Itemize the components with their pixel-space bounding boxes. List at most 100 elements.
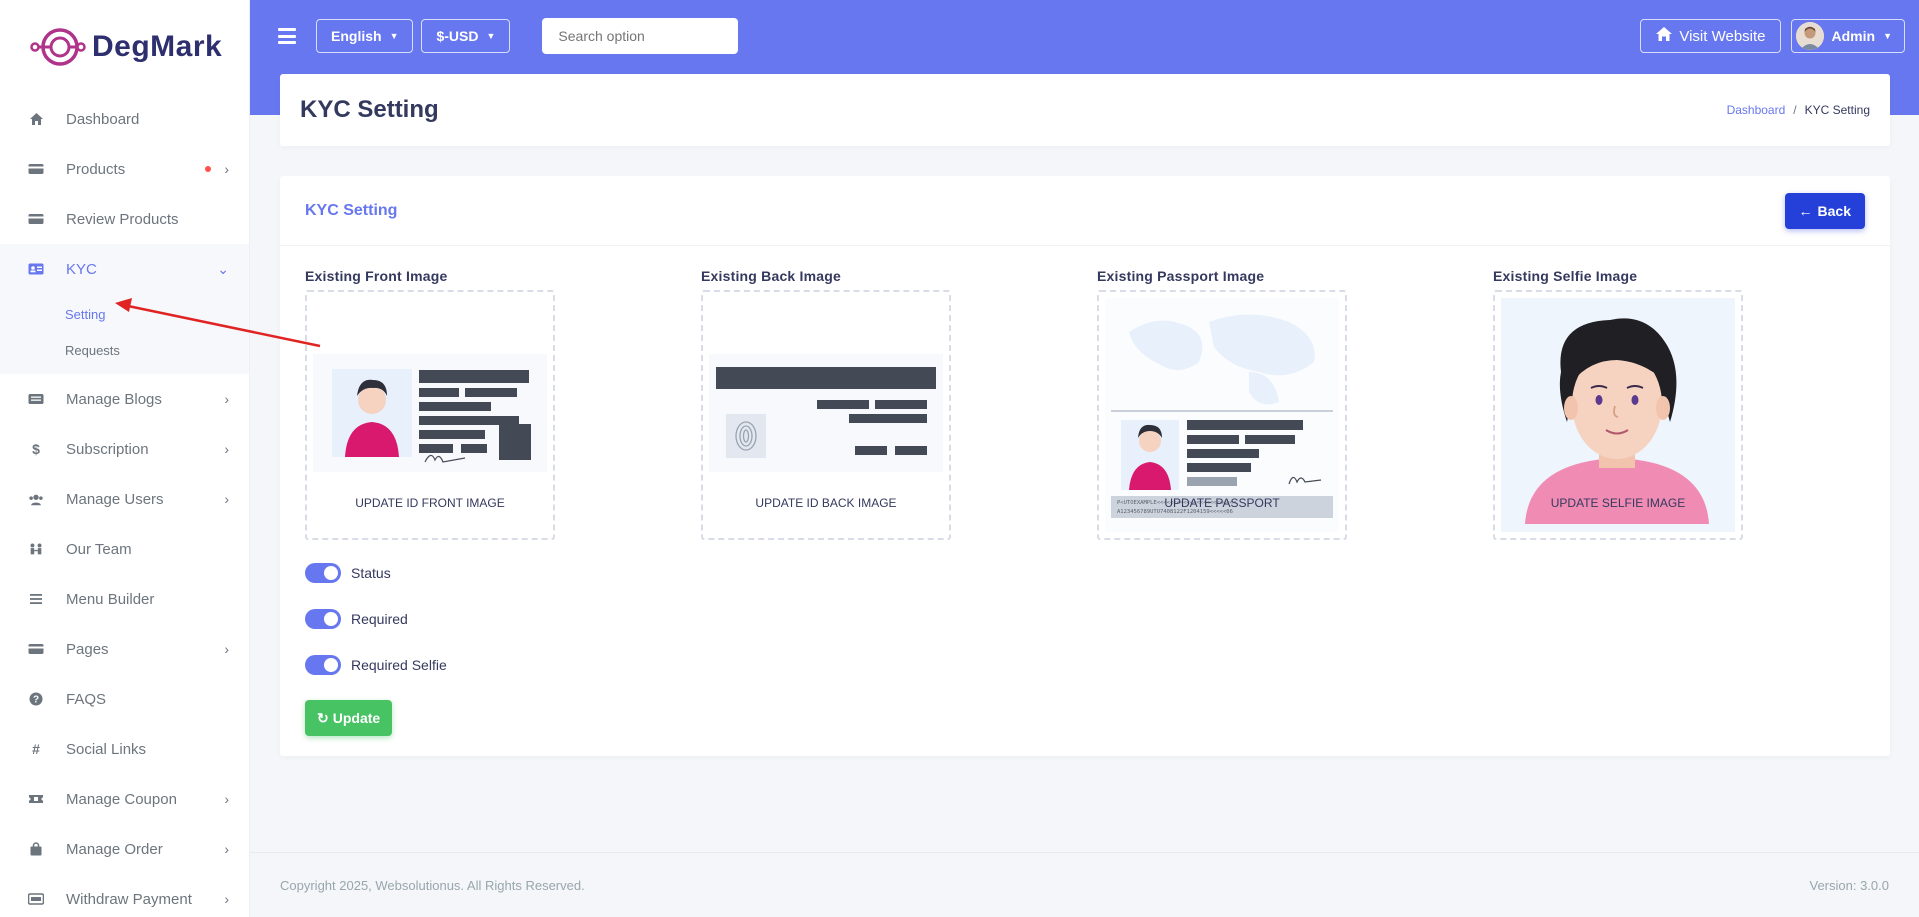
card-icon — [28, 161, 44, 177]
page-title: KYC Setting — [300, 96, 439, 123]
sidebar: DegMark Dashboard Products › Review Prod… — [0, 0, 250, 917]
visit-website-label: Visit Website — [1679, 27, 1766, 45]
selfie-image-caption: UPDATE SELFIE IMAGE — [1550, 496, 1686, 510]
chevron-right-icon: › — [224, 491, 229, 507]
language-label: English — [331, 28, 382, 44]
front-image-caption: UPDATE ID FRONT IMAGE — [355, 496, 505, 510]
kyc-toggles: Status Required Required Selfie — [305, 562, 447, 700]
sidebar-item-products[interactable]: Products › — [0, 144, 249, 194]
refresh-icon: ↻ — [317, 709, 329, 726]
arrow-left-icon: ← — [1798, 202, 1813, 219]
chevron-right-icon: › — [224, 791, 229, 807]
ticket-icon — [28, 791, 44, 807]
sidebar-item-subscription[interactable]: $ Subscription › — [0, 424, 249, 474]
currency-dropdown[interactable]: $-USD ▼ — [421, 19, 511, 53]
version-text: Version: 3.0.0 — [1809, 877, 1890, 893]
bars-icon — [28, 591, 44, 607]
sidebar-item-label: Dashboard — [66, 110, 140, 128]
sidebar-item-menu-builder[interactable]: Menu Builder — [0, 574, 249, 624]
visit-website-button[interactable]: Visit Website — [1640, 19, 1781, 53]
sidebar-item-dashboard[interactable]: Dashboard — [0, 94, 249, 144]
chevron-right-icon: › — [224, 641, 229, 657]
passport-image-label: Existing Passport Image — [1097, 268, 1265, 284]
wallet-icon — [28, 891, 44, 907]
card-icon — [28, 641, 44, 657]
toggle-switch[interactable] — [305, 609, 341, 629]
back-image-field: Existing Back Image UPDATE ID BACK IMAGE — [701, 268, 961, 540]
hamburger-menu-icon[interactable] — [278, 28, 296, 44]
brand-logo[interactable]: DegMark — [0, 0, 249, 94]
selfie-image-field: Existing Selfie Image UPDATE SELFIE IMAG… — [1493, 268, 1753, 540]
sidebar-item-label: Pages — [66, 640, 109, 658]
bag-icon — [28, 841, 44, 857]
caret-down-icon: ▼ — [1883, 31, 1892, 41]
chevron-right-icon: › — [224, 161, 229, 177]
navbar-right: Visit Website Admin ▼ — [1640, 19, 1905, 53]
brand-name: DegMark — [92, 30, 223, 63]
passport-image-upload[interactable]: P<UTOEXAMPLE<<<<<<<<<<<<<<<<<<<<<<<< A12… — [1097, 290, 1347, 540]
sidebar-item-kyc[interactable]: KYC ⌄ — [0, 244, 249, 294]
required-selfie-toggle[interactable]: Required Selfie — [305, 654, 447, 676]
chevron-right-icon: › — [224, 441, 229, 457]
chevron-down-icon: ⌄ — [217, 260, 229, 277]
language-dropdown[interactable]: English ▼ — [316, 19, 414, 53]
toggle-label: Status — [351, 565, 391, 581]
question-icon: ? — [28, 691, 44, 707]
sidebar-item-social-links[interactable]: # Social Links — [0, 724, 249, 774]
sidebar-item-manage-coupon[interactable]: Manage Coupon › — [0, 774, 249, 824]
user-menu-dropdown[interactable]: Admin ▼ — [1790, 19, 1905, 53]
kyc-submenu: Setting Requests — [0, 294, 249, 374]
back-button[interactable]: ← Back — [1784, 192, 1865, 229]
avatar — [1795, 22, 1824, 50]
breadcrumb-separator: / — [1793, 103, 1797, 117]
sidebar-item-label: Withdraw Payment — [66, 890, 192, 908]
copyright-text: Copyright 2025, Websolutionus. All Right… — [280, 877, 585, 893]
footer: Copyright 2025, Websolutionus. All Right… — [250, 852, 1919, 917]
card-title: KYC Setting — [305, 201, 398, 219]
breadcrumb-current: KYC Setting — [1804, 103, 1870, 117]
selfie-image-label: Existing Selfie Image — [1493, 268, 1638, 284]
sidebar-item-label: Manage Blogs — [66, 390, 162, 408]
caret-down-icon: ▼ — [389, 31, 399, 41]
passport-image-field: Existing Passport Image P<UTOEXAMPLE<<<<… — [1097, 268, 1357, 540]
notification-dot — [205, 166, 211, 172]
toggle-label: Required — [351, 611, 408, 627]
sidebar-item-our-team[interactable]: Our Team — [0, 524, 249, 574]
caret-down-icon: ▼ — [486, 31, 496, 41]
sidebar-item-withdraw-payment[interactable]: Withdraw Payment › — [0, 874, 249, 917]
card-header: KYC Setting ← Back — [280, 176, 1890, 246]
dollar-icon: $ — [32, 441, 40, 457]
id-card-icon — [28, 261, 44, 277]
update-button[interactable]: ↻ Update — [305, 700, 393, 736]
toggle-switch[interactable] — [305, 655, 341, 675]
sidebar-item-faqs[interactable]: ? FAQS — [0, 674, 249, 724]
selfie-image-upload[interactable]: UPDATE SELFIE IMAGE — [1493, 290, 1743, 540]
chevron-right-icon: › — [224, 891, 229, 907]
sidebar-item-label: Social Links — [66, 740, 147, 758]
required-toggle[interactable]: Required — [305, 608, 447, 630]
sidebar-item-label: Manage Order — [66, 840, 163, 858]
home-icon — [28, 111, 44, 127]
front-image-upload[interactable]: UPDATE ID FRONT IMAGE — [305, 290, 555, 540]
search-input[interactable] — [542, 18, 739, 54]
chevron-right-icon: › — [224, 391, 229, 407]
status-toggle[interactable]: Status — [305, 562, 447, 584]
sidebar-item-label: Manage Users — [66, 490, 164, 508]
submenu-item-requests[interactable]: Requests — [0, 332, 249, 368]
sidebar-item-manage-users[interactable]: Manage Users › — [0, 474, 249, 524]
sidebar-item-pages[interactable]: Pages › — [0, 624, 249, 674]
card-icon — [28, 391, 44, 407]
passport-image-caption: UPDATE PASSPORT — [1164, 496, 1280, 510]
sidebar-item-manage-order[interactable]: Manage Order › — [0, 824, 249, 874]
front-image-field: Existing Front Image UPDATE ID FRONT IMA… — [305, 268, 565, 540]
toggle-switch[interactable] — [305, 563, 341, 583]
back-image-upload[interactable]: UPDATE ID BACK IMAGE — [701, 290, 951, 540]
breadcrumb: Dashboard / KYC Setting — [1727, 103, 1870, 117]
submenu-item-setting[interactable]: Setting — [0, 296, 249, 332]
sidebar-item-label: Our Team — [66, 540, 132, 558]
svg-text:?: ? — [33, 695, 39, 706]
sidebar-item-manage-blogs[interactable]: Manage Blogs › — [0, 374, 249, 424]
breadcrumb-dashboard-link[interactable]: Dashboard — [1727, 103, 1786, 117]
sidebar-item-review-products[interactable]: Review Products — [0, 194, 249, 244]
sidebar-item-label: Menu Builder — [66, 590, 155, 608]
